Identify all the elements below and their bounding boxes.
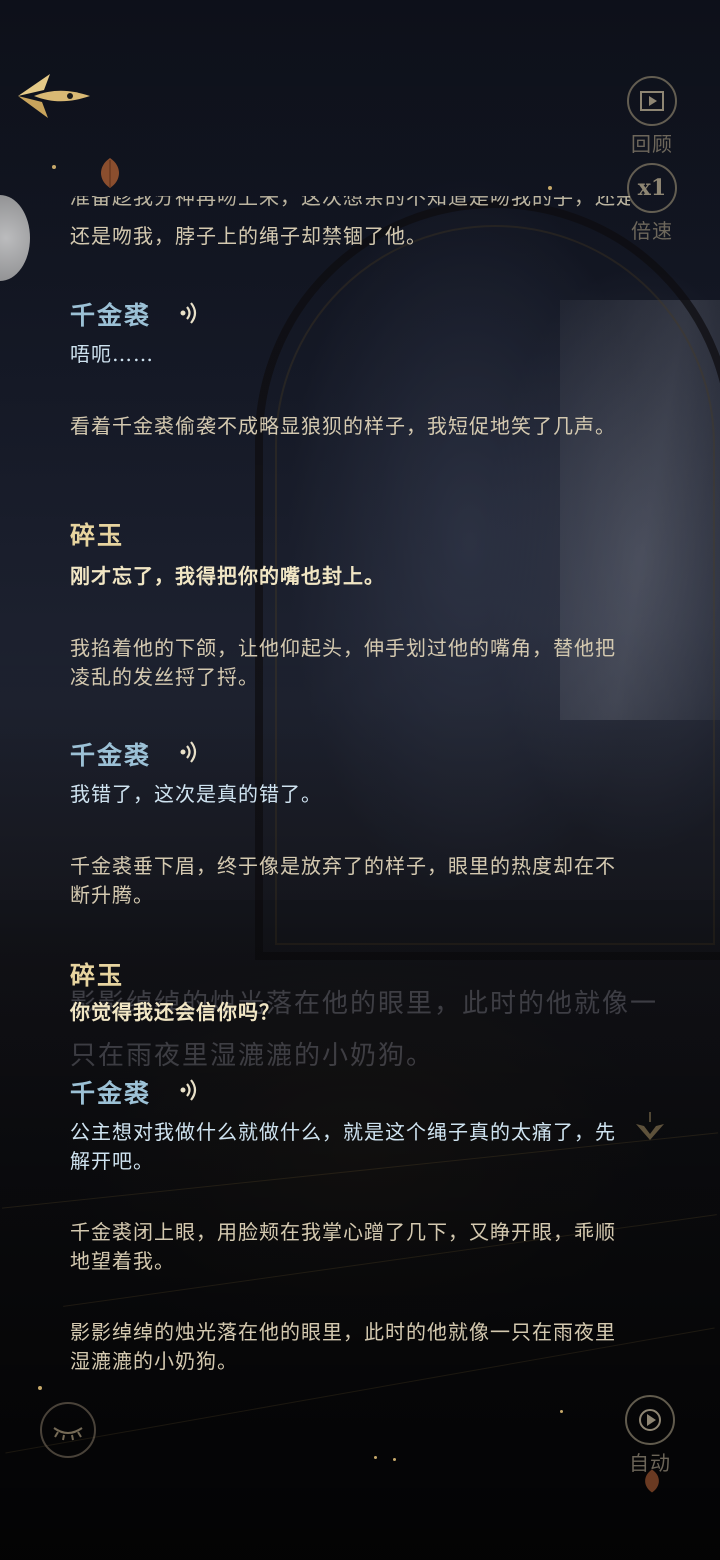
dialogue-log[interactable]: 准备趁我分神再吻上来，这次想亲的不知道是吻我的手，还是想吻我 还是吻我，脖子上的…: [0, 0, 720, 1560]
auto-button[interactable]: 自动: [615, 1395, 685, 1476]
auto-play-icon: [625, 1395, 675, 1445]
dialogue-text: 刚才忘了，我得把你的嘴也封上。: [70, 564, 385, 588]
dialogue-text: 我错了，这次是真的错了。: [70, 782, 322, 806]
narration-line: 千金裘闭上眼，用脸颊在我掌心蹭了几下，又睁开眼，乖顺地望着我。: [70, 1220, 616, 1273]
scroll-down-icon[interactable]: [632, 1110, 668, 1146]
narration-line: 影影绰绰的烛光落在他的眼里，此时的他就像一只在雨夜里湿漉漉的小奶狗。: [70, 1320, 616, 1373]
narration-line: 我掐着他的下颌，让他仰起头，伸手划过他的嘴角，替他把凌乱的发丝捋了捋。: [70, 636, 616, 689]
narration-line: 还是吻我，脖子上的绳子却禁锢了他。: [70, 224, 427, 248]
voice-icon[interactable]: [176, 299, 204, 327]
clipped-line-text: 准备趁我分神再吻上来，这次想亲的不知道是吻我的手，还是想吻我: [70, 196, 630, 209]
voice-icon[interactable]: [176, 1076, 204, 1104]
eye-closed-icon[interactable]: [40, 1402, 96, 1458]
dialogue-text: 唔呃……: [70, 342, 154, 366]
auto-label: 自动: [629, 1451, 671, 1475]
dialogue-text: 你觉得我还会信你吗？: [70, 1000, 280, 1024]
speaker-name: 碎玉: [70, 521, 125, 550]
narration-line: 千金裘垂下眉，终于像是放弃了的样子，眼里的热度却在不断升腾。: [70, 854, 616, 907]
voice-icon[interactable]: [176, 738, 204, 766]
narration-line: 看着千金裘偷袭不成略显狼狈的样子，我短促地笑了几声。: [70, 414, 616, 438]
dialogue-text: 公主想对我做什么就做什么，就是这个绳子真的太痛了，先解开吧。: [70, 1120, 616, 1173]
speaker-name: 碎玉: [70, 961, 125, 990]
speaker-name: 千金裘: [70, 1079, 152, 1108]
speaker-name: 千金裘: [70, 301, 152, 330]
clipped-line: 准备趁我分神再吻上来，这次想亲的不知道是吻我的手，还是想吻我: [70, 196, 630, 216]
speaker-name: 千金裘: [70, 741, 152, 770]
ghost-text: 影影绰绰的烛光落在他的眼里，此时的他就像一只在雨夜里湿漉漉的小奶狗。: [70, 989, 659, 1071]
